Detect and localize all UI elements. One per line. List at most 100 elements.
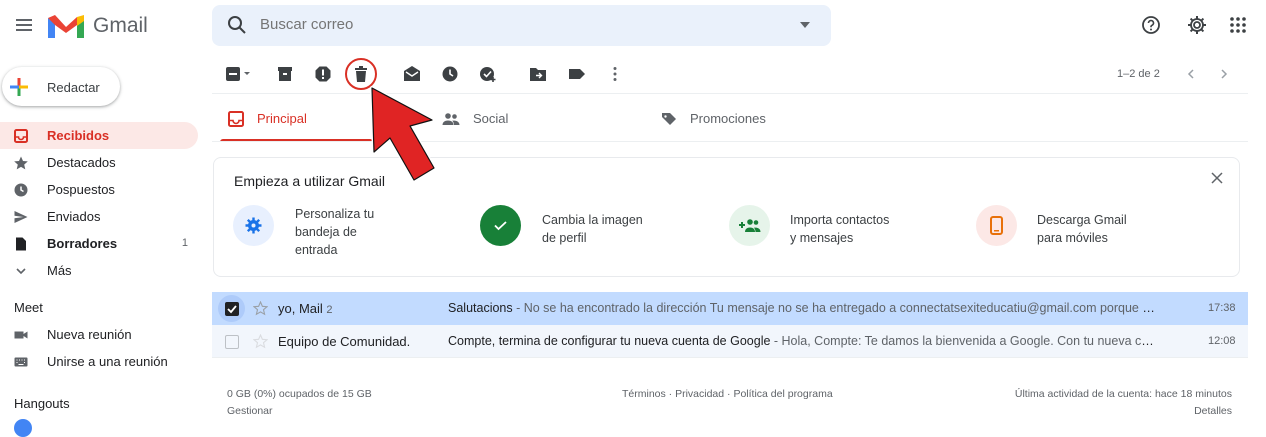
storage-usage: 0 GB (0%) ocupados de 15 GB <box>227 388 372 400</box>
task-line: Descarga Gmail <box>1037 213 1127 227</box>
footer-links[interactable]: Términos · Privacidad · Política del pro… <box>622 388 833 400</box>
tag-icon <box>661 112 677 126</box>
task-line: entrada <box>295 243 338 257</box>
compose-label: Redactar <box>47 80 100 95</box>
task-line: y mensajes <box>790 231 854 245</box>
sidebar-item-more[interactable]: Más <box>0 257 198 284</box>
add-people-icon <box>739 218 761 233</box>
keyboard-icon <box>14 355 28 369</box>
gmail-logo[interactable] <box>46 12 86 40</box>
sidebar-item-label: Borradores <box>47 236 118 251</box>
move-to-icon[interactable] <box>529 65 547 83</box>
meet-section-title: Meet <box>14 300 43 315</box>
drafts-count: 1 <box>181 237 188 249</box>
import-contacts-button[interactable] <box>729 205 770 246</box>
archive-icon[interactable] <box>276 65 294 83</box>
sidebar-item-label: Enviados <box>47 209 101 224</box>
email-snippet: Compte, termina de configurar tu nueva c… <box>448 334 1158 348</box>
sidebar-item-label: Unirse a una reunión <box>47 354 168 369</box>
chevron-right-icon[interactable] <box>1218 68 1230 80</box>
checkmark-icon <box>492 217 509 234</box>
email-sender: yo, Mail 2 <box>278 301 333 316</box>
chevron-down-icon <box>14 264 28 278</box>
task-line: para móviles <box>1037 231 1108 245</box>
profile-picture-button[interactable] <box>480 205 521 246</box>
last-activity: Última actividad de la cuenta: hace 18 m… <box>1014 388 1232 400</box>
sidebar-item-label: Recibidos <box>47 128 110 143</box>
label-icon[interactable] <box>568 65 586 83</box>
add-to-tasks-icon[interactable] <box>479 65 497 83</box>
manage-storage-link[interactable]: Gestionar <box>227 405 273 417</box>
row-checkbox[interactable] <box>225 335 239 349</box>
clock-icon <box>14 183 28 197</box>
tab-social[interactable]: Social <box>430 96 630 141</box>
gmail-logo-text: Gmail <box>93 14 148 37</box>
task-download-mobile[interactable]: Descarga Gmail para móviles <box>1037 211 1127 247</box>
select-checkbox-icon[interactable] <box>225 65 250 83</box>
task-line: Cambia la imagen <box>542 213 643 227</box>
tab-label: Promociones <box>690 111 766 126</box>
email-row[interactable]: yo, Mail 2 Salutacions - No se ha encont… <box>212 292 1248 325</box>
tab-label: Social <box>473 111 509 126</box>
main-menu-icon[interactable] <box>12 13 36 37</box>
sidebar-item-label: Pospuestos <box>47 182 115 197</box>
star-icon[interactable] <box>253 301 268 316</box>
report-spam-icon[interactable] <box>314 65 332 83</box>
task-customize-inbox[interactable]: Personaliza tu bandeja de entrada <box>295 205 374 259</box>
search-input[interactable] <box>260 16 760 33</box>
thread-count: 2 <box>326 304 333 316</box>
chevron-left-icon[interactable] <box>1185 68 1197 80</box>
task-line: bandeja de <box>295 225 357 239</box>
search-icon[interactable] <box>226 14 248 36</box>
pagination-label: 1–2 de 2 <box>1117 68 1160 80</box>
search-options-icon[interactable] <box>800 20 810 30</box>
star-icon <box>14 156 28 170</box>
email-preview: - No se ha encontrado la dirección Tu me… <box>512 301 1158 315</box>
apps-grid-icon[interactable] <box>1229 16 1247 34</box>
email-subject: Compte, termina de configurar tu nueva c… <box>448 334 771 348</box>
email-time: 17:38 <box>1208 302 1236 314</box>
task-line: Importa contactos <box>790 213 890 227</box>
download-mobile-button[interactable] <box>976 205 1017 246</box>
send-icon <box>14 210 28 224</box>
email-subject: Salutacions <box>448 301 513 315</box>
draft-icon <box>14 237 28 251</box>
close-icon[interactable] <box>1211 172 1223 184</box>
sidebar-item-starred[interactable]: Destacados <box>0 149 198 176</box>
task-line: Personaliza tu <box>295 207 375 221</box>
sidebar-item-join-meeting[interactable]: Unirse a una reunión <box>0 348 198 375</box>
tab-label: Principal <box>257 111 307 126</box>
sidebar-item-snoozed[interactable]: Pospuestos <box>0 176 198 203</box>
more-options-icon[interactable] <box>606 65 624 83</box>
sidebar-item-sent[interactable]: Enviados <box>0 203 198 230</box>
sidebar-item-new-meeting[interactable]: Nueva reunión <box>0 321 198 348</box>
details-link[interactable]: Detalles <box>1194 405 1232 417</box>
inbox-icon <box>14 129 28 143</box>
sidebar-item-inbox[interactable]: Recibidos <box>0 122 198 149</box>
task-line: de perfil <box>542 231 587 245</box>
arrow-pointer-annotation <box>360 80 460 190</box>
inbox-icon <box>228 111 244 127</box>
email-sender: Equipo de Comunidad. <box>278 334 411 349</box>
star-icon[interactable] <box>253 334 268 349</box>
tab-promociones[interactable]: Promociones <box>650 96 870 141</box>
row-checkbox[interactable] <box>225 302 239 316</box>
gear-icon[interactable] <box>1186 14 1208 36</box>
help-icon[interactable] <box>1141 15 1161 35</box>
customize-inbox-button[interactable] <box>233 205 274 246</box>
video-camera-icon <box>14 328 28 342</box>
task-profile-picture[interactable]: Cambia la imagen de perfil <box>542 211 643 247</box>
sender-name: yo, Mail <box>278 301 323 316</box>
task-import-contacts[interactable]: Importa contactos y mensajes <box>790 211 889 247</box>
email-preview: - Hola, Compte: Te damos la bienvenida a… <box>770 334 1158 348</box>
phone-icon <box>990 216 1003 235</box>
hangouts-section-title: Hangouts <box>14 396 70 411</box>
sidebar-item-label: Destacados <box>47 155 116 170</box>
avatar[interactable] <box>14 419 32 437</box>
email-time: 12:08 <box>1208 335 1236 347</box>
plus-icon <box>10 78 28 96</box>
email-snippet: Salutacions - No se ha encontrado la dir… <box>448 301 1158 315</box>
sidebar-item-drafts[interactable]: Borradores 1 <box>0 230 198 257</box>
sidebar-item-label: Más <box>47 263 72 278</box>
email-row[interactable]: Equipo de Comunidad. Compte, termina de … <box>212 325 1248 358</box>
